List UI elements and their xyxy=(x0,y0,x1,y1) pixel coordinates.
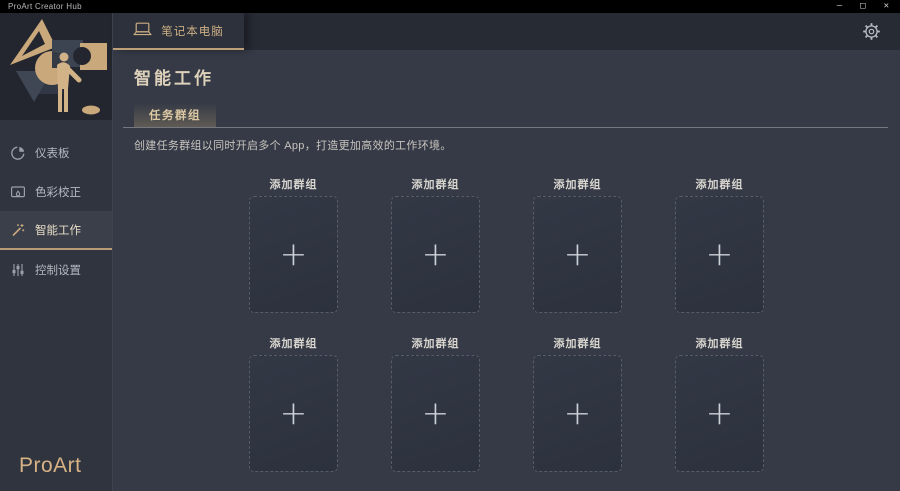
add-group-label: 添加群组 xyxy=(554,335,602,351)
tab-task-groups[interactable]: 任务群组 xyxy=(134,103,216,127)
add-group-button[interactable]: + xyxy=(391,355,480,472)
close-icon[interactable]: ✕ xyxy=(884,0,889,13)
proart-creator-hub-window: ProArt Creator Hub – □ ✕ xyxy=(0,0,900,491)
titlebar: ProArt Creator Hub – □ ✕ xyxy=(0,0,900,13)
sidebar: 仪表板 色彩校正 xyxy=(0,13,113,491)
add-group-label: 添加群组 xyxy=(696,176,744,192)
page-title: 智能工作 xyxy=(134,64,900,89)
add-group-label: 添加群组 xyxy=(412,176,460,192)
sidebar-item-label: 仪表板 xyxy=(35,145,70,161)
add-group-button[interactable]: + xyxy=(249,355,338,472)
plus-icon: + xyxy=(280,396,308,429)
plus-icon: + xyxy=(280,237,308,270)
sidebar-item-color-calibration[interactable]: 色彩校正 xyxy=(0,172,112,211)
add-group-slot: 添加群组 + xyxy=(675,176,765,313)
window-title: ProArt Creator Hub xyxy=(8,2,837,11)
sub-tabstrip: 任务群组 xyxy=(123,103,888,128)
plus-icon: + xyxy=(706,396,734,429)
device-tab-bar: 笔记本电脑 xyxy=(113,13,900,50)
laptop-icon xyxy=(133,22,152,40)
add-group-slot: 添加群组 + xyxy=(675,335,765,472)
pie-chart-icon xyxy=(9,144,26,161)
tab-laptop[interactable]: 笔记本电脑 xyxy=(113,13,244,50)
add-group-button[interactable]: + xyxy=(675,355,764,472)
add-group-slot: 添加群组 + xyxy=(391,176,481,313)
sidebar-item-label: 色彩校正 xyxy=(35,184,81,200)
add-group-button[interactable]: + xyxy=(533,355,622,472)
proart-keyvisual-image xyxy=(0,13,112,120)
sidebar-item-label: 智能工作 xyxy=(35,222,81,238)
window-controls: – □ ✕ xyxy=(837,0,889,13)
minimize-icon[interactable]: – xyxy=(837,0,842,13)
add-group-slot: 添加群组 + xyxy=(533,176,623,313)
add-group-button[interactable]: + xyxy=(533,196,622,313)
add-group-label: 添加群组 xyxy=(554,176,602,192)
plus-icon: + xyxy=(422,396,450,429)
add-group-slot: 添加群组 + xyxy=(391,335,481,472)
add-group-label: 添加群组 xyxy=(412,335,460,351)
tab-laptop-label: 笔记本电脑 xyxy=(161,23,224,39)
plus-icon: + xyxy=(422,237,450,270)
add-group-slot: 添加群组 + xyxy=(249,335,339,472)
add-group-button[interactable]: + xyxy=(249,196,338,313)
content-panel: 智能工作 任务群组 创建任务群组以同时开启多个 App，打造更加高效的工作环境。… xyxy=(113,50,900,491)
group-card-grid: 添加群组 + 添加群组 + 添加群组 xyxy=(113,176,900,472)
maximize-icon[interactable]: □ xyxy=(860,0,865,13)
sliders-icon xyxy=(9,261,26,278)
sidebar-item-label: 控制设置 xyxy=(35,262,81,278)
add-group-label: 添加群组 xyxy=(270,176,318,192)
display-droplet-icon xyxy=(9,183,26,200)
add-group-label: 添加群组 xyxy=(270,335,318,351)
sidebar-item-smart-work[interactable]: 智能工作 xyxy=(0,211,112,250)
sidebar-item-control-settings[interactable]: 控制设置 xyxy=(0,250,112,289)
add-group-label: 添加群组 xyxy=(696,335,744,351)
proart-wordmark: ProArt xyxy=(19,454,82,478)
settings-gear-icon[interactable] xyxy=(861,22,881,42)
plus-icon: + xyxy=(564,237,592,270)
magic-wand-icon xyxy=(9,221,26,238)
sidebar-menu: 仪表板 色彩校正 xyxy=(0,133,112,289)
add-group-slot: 添加群组 + xyxy=(533,335,623,472)
sidebar-item-dashboard[interactable]: 仪表板 xyxy=(0,133,112,172)
add-group-button[interactable]: + xyxy=(391,196,480,313)
add-group-button[interactable]: + xyxy=(675,196,764,313)
main-area: 笔记本电脑 xyxy=(113,13,900,491)
plus-icon: + xyxy=(706,237,734,270)
add-group-slot: 添加群组 + xyxy=(249,176,339,313)
page-description: 创建任务群组以同时开启多个 App，打造更加高效的工作环境。 xyxy=(134,137,900,153)
plus-icon: + xyxy=(564,396,592,429)
